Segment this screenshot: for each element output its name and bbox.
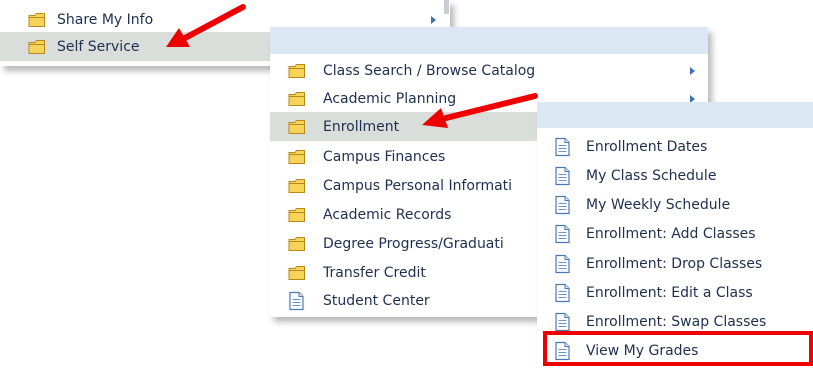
menu-item-label: Academic Records [323, 206, 452, 223]
menu-header [270, 27, 708, 54]
scrollbar-edge [444, 0, 449, 14]
menu-item-label: Campus Personal Informati [323, 177, 513, 194]
highlight-box [543, 331, 813, 366]
folder-icon [288, 91, 306, 106]
menu-item-label: Enrollment [323, 118, 400, 135]
page-icon [555, 137, 570, 156]
menu-item-label: Transfer Credit [323, 264, 426, 281]
folder-icon [288, 236, 306, 251]
menu-level3: Enrollment Dates My Class Schedule My We… [537, 102, 813, 368]
menu-item-label: Class Search / Browse Catalog [323, 62, 536, 79]
menu-item-label: Campus Finances [323, 148, 446, 165]
page-icon [555, 224, 570, 243]
menu-item-label: Enrollment Dates [586, 138, 708, 155]
menu-item-label: Degree Progress/Graduati [323, 235, 504, 252]
folder-icon [288, 119, 306, 134]
page-icon [555, 312, 570, 331]
folder-icon [288, 207, 306, 222]
folder-icon [288, 149, 306, 164]
folder-icon [288, 265, 306, 280]
submenu-arrow-icon [690, 66, 695, 75]
menu-item-my-class-schedule[interactable]: My Class Schedule [537, 161, 813, 190]
menu-item-label: Enrollment: Edit a Class [586, 284, 753, 301]
menu-item-label: Academic Planning [323, 90, 457, 107]
menu-item-label: My Class Schedule [586, 167, 717, 184]
menu-item-label: Share My Info [57, 11, 154, 28]
menu-item-label: Enrollment: Drop Classes [586, 255, 763, 272]
menu-item-label: My Weekly Schedule [586, 196, 731, 213]
menu-item-enrollment-edit-a-class[interactable]: Enrollment: Edit a Class [537, 278, 813, 307]
menu-header [537, 102, 813, 128]
page-icon [555, 254, 570, 273]
submenu-arrow-icon [431, 15, 436, 24]
folder-icon [288, 63, 306, 78]
menu-item-label: Student Center [323, 292, 430, 309]
menu-item-class-search[interactable]: Class Search / Browse Catalog [270, 56, 708, 85]
menu-item-enrollment-add-classes[interactable]: Enrollment: Add Classes [537, 219, 813, 248]
menu-item-label-clip: Campus Personal Informati [323, 171, 536, 200]
menu-item-enrollment-dates[interactable]: Enrollment Dates [537, 132, 813, 161]
page-icon [289, 291, 304, 310]
menu-item-enrollment-drop-classes[interactable]: Enrollment: Drop Classes [537, 249, 813, 278]
folder-icon [288, 178, 306, 193]
menu-item-label-clip: Degree Progress/Graduati [323, 229, 536, 258]
page-icon [555, 195, 570, 214]
menu-item-label: Self Service [57, 38, 140, 55]
page-icon [555, 283, 570, 302]
folder-icon [28, 39, 46, 54]
menu-item-my-weekly-schedule[interactable]: My Weekly Schedule [537, 190, 813, 219]
page-icon [555, 166, 570, 185]
folder-icon [28, 12, 46, 27]
menu-item-label: Enrollment: Add Classes [586, 225, 756, 242]
menu-item-label: Enrollment: Swap Classes [586, 313, 767, 330]
